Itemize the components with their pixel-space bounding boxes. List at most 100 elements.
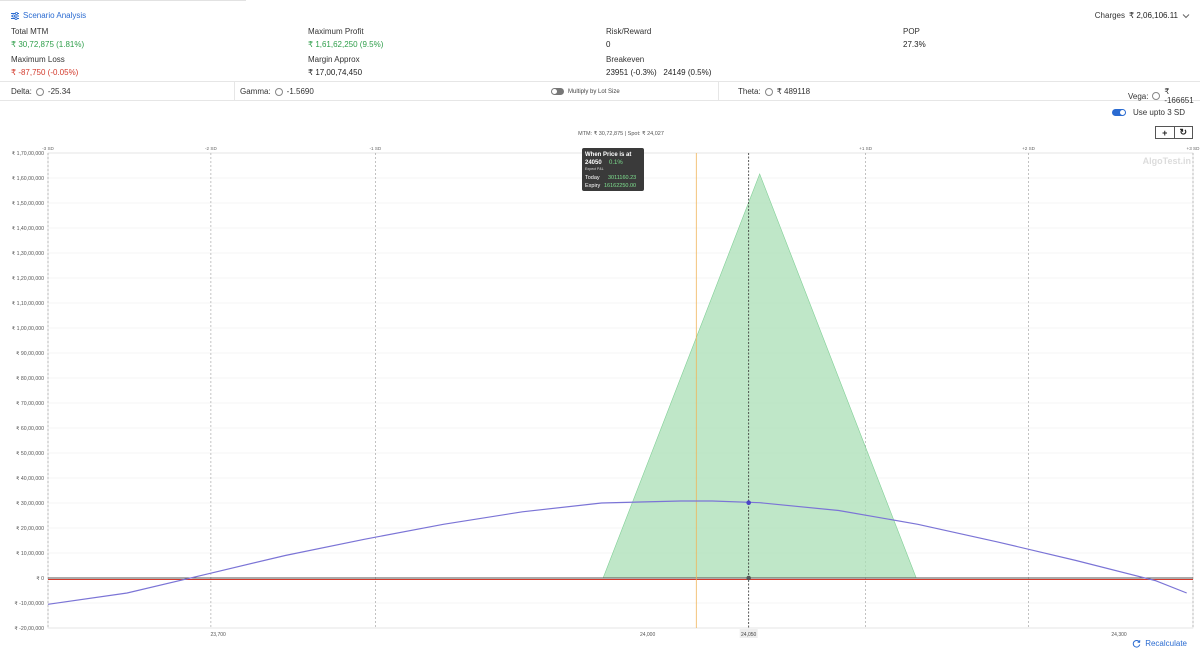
max-loss-label: Maximum Loss — [11, 55, 65, 64]
x-tick-label: 24,300 — [1111, 632, 1127, 638]
max-loss-stat: Maximum Loss ₹ -87,750 (-0.05%) — [11, 55, 78, 77]
lot-size-label: Multiply by Lot Size — [568, 88, 620, 95]
crosshair-label: 24,050 — [741, 632, 757, 638]
y-tick-label: ₹ 50,00,000 — [16, 451, 44, 457]
y-tick-label: ₹ -10,00,000 — [14, 601, 44, 607]
max-profit-value: ₹ 1,61,62,250 (9.5%) — [308, 40, 384, 49]
scenario-analysis-label: Scenario Analysis — [23, 11, 87, 20]
pop-value: 27.3% — [903, 40, 926, 49]
sd-label: +1 SD — [859, 146, 873, 151]
info-icon[interactable] — [764, 87, 773, 96]
expiry-profit-area — [602, 173, 917, 579]
price-tooltip: When Price is at 24050 0.1% Expect P&L Today… — [582, 148, 644, 191]
lot-size-switch[interactable] — [551, 88, 564, 95]
sd-toggle-label: Use upto 3 SD — [1132, 108, 1185, 117]
y-tick-label: ₹ 1,40,00,000 — [12, 226, 44, 232]
total-mtm-value: ₹ 30,72,875 (1.81%) — [11, 40, 85, 49]
y-tick-label: ₹ 1,60,00,000 — [12, 176, 44, 182]
sd-label: -3 SD — [42, 146, 54, 151]
tooltip-pct: 0.1% — [609, 160, 623, 166]
refresh-icon — [1132, 640, 1141, 648]
margin-stat: Margin Approx ₹ 17,00,74,450 — [308, 55, 362, 77]
y-tick-label: ₹ 30,00,000 — [16, 501, 44, 507]
risk-reward-label: Risk/Reward — [606, 27, 652, 36]
theta-value: ₹ 489118 — [776, 87, 811, 96]
greek-divider — [234, 82, 235, 101]
max-profit-stat: Maximum Profit ₹ 1,61,62,250 (9.5%) — [308, 27, 383, 49]
recalculate-button[interactable]: Recalculate — [1132, 639, 1187, 648]
greeks-bar: Delta: -25.34 Gamma: -1.5690 Multiply by… — [0, 81, 1200, 105]
sd-label: +3 SD — [1187, 146, 1200, 151]
y-tick-label: ₹ 40,00,000 — [16, 476, 44, 482]
total-mtm-stat: Total MTM ₹ 30,72,875 (1.81%) — [11, 27, 84, 49]
tooltip-title: When Price is at — [585, 152, 631, 158]
gamma-greek: Gamma: -1.5690 — [240, 87, 314, 96]
margin-label: Margin Approx — [308, 55, 360, 64]
breakeven-label: Breakeven — [606, 55, 645, 64]
info-icon[interactable] — [35, 87, 44, 96]
lot-size-toggle[interactable]: Multiply by Lot Size — [551, 88, 620, 95]
y-tick-label: ₹ 1,20,00,000 — [12, 276, 44, 282]
y-tick-label: ₹ 80,00,000 — [16, 376, 44, 382]
y-tick-label: ₹ 1,00,00,000 — [12, 326, 44, 332]
tooltip-today-value: 3011160.23 — [608, 175, 636, 181]
y-tick-label: ₹ 1,50,00,000 — [12, 201, 44, 207]
y-tick-label: ₹ 1,70,00,000 — [12, 151, 44, 157]
sd-switch[interactable] — [1111, 109, 1126, 116]
sd-toggle[interactable]: Use upto 3 SD — [1111, 108, 1185, 117]
chevron-down-icon — [1182, 13, 1190, 18]
pop-label: POP — [903, 27, 920, 36]
vega-greek: Vega: ₹ -166651 — [1128, 87, 1200, 105]
watermark-text: AlgoTest.in — [1143, 156, 1191, 166]
expiry-marker — [746, 575, 751, 581]
pop-stat: POP 27.3% — [903, 27, 926, 49]
tooltip-expiry-value: 16162250.00 — [604, 183, 636, 189]
tooltip-expiry-label: Expiry — [585, 183, 601, 189]
x-tick-label: 24,000 — [640, 632, 656, 638]
vega-value: ₹ -166651 — [1164, 87, 1194, 105]
tooltip-price: 24050 — [585, 160, 602, 166]
vega-label: Vega: — [1128, 91, 1149, 101]
breakeven-value: 23951 (-0.3%) 24149 (0.5%) — [606, 68, 712, 77]
sd-label: +2 SD — [1022, 146, 1036, 151]
tooltip-today-label: Today — [585, 175, 600, 181]
sliders-icon — [11, 11, 19, 20]
total-mtm-label: Total MTM — [11, 27, 49, 36]
info-icon[interactable] — [1152, 92, 1161, 100]
max-profit-label: Maximum Profit — [308, 27, 364, 36]
mtm-spot-readout: MTM: ₹ 30,72,875 | Spot: ₹ 24,027 — [578, 130, 664, 137]
tooltip-sub: Expect P&L — [585, 167, 604, 171]
charges-label: Charges — [1094, 11, 1126, 20]
stats-panel: Total MTM ₹ 30,72,875 (1.81%) Maximum Pr… — [0, 27, 1200, 79]
payoff-chart-svg[interactable]: MTM: ₹ 30,72,875 | Spot: ₹ 24,027 AlgoTes… — [0, 126, 1200, 653]
max-loss-value: ₹ -87,750 (-0.05%) — [11, 68, 79, 77]
y-tick-label: ₹ 1,30,00,000 — [12, 251, 44, 257]
payoff-chart[interactable]: MTM: ₹ 30,72,875 | Spot: ₹ 24,027 AlgoTes… — [0, 126, 1200, 653]
delta-label: Delta: — [11, 87, 32, 96]
today-marker — [746, 500, 751, 506]
x-tick-label: 23,700 — [211, 632, 227, 638]
margin-value: ₹ 17,00,74,450 — [308, 68, 363, 77]
info-icon[interactable] — [274, 87, 283, 96]
y-tick-label: ₹ 0 — [36, 576, 44, 582]
header-bar: Scenario Analysis Charges ₹ 2,06,106.11 — [0, 8, 1200, 24]
sd-label: -2 SD — [205, 146, 217, 151]
y-tick-label: ₹ 60,00,000 — [16, 426, 44, 432]
scenario-analysis-button[interactable]: Scenario Analysis — [11, 11, 86, 20]
y-tick-label: ₹ 70,00,000 — [16, 401, 44, 407]
breakeven-stat: Breakeven 23951 (-0.3%) 24149 (0.5%) — [606, 55, 711, 77]
y-tick-label: ₹ 90,00,000 — [16, 351, 44, 357]
greek-divider — [718, 82, 719, 101]
charges-dropdown[interactable]: Charges ₹ 2,06,106.11 — [1095, 11, 1190, 20]
y-tick-label: ₹ 1,10,00,000 — [12, 301, 44, 307]
recalculate-label: Recalculate — [1145, 639, 1187, 648]
charges-value: ₹ 2,06,106.11 — [1129, 11, 1178, 20]
delta-greek: Delta: -25.34 — [11, 87, 71, 96]
y-tick-label: ₹ 20,00,000 — [16, 526, 44, 532]
y-tick-label: ₹ -20,00,000 — [14, 626, 44, 632]
risk-reward-value: 0 — [606, 40, 611, 49]
theta-greek: Theta: ₹ 489118 — [738, 87, 810, 96]
reset-zoom-button[interactable]: ↻ — [1175, 127, 1193, 138]
theta-label: Theta: — [738, 87, 761, 96]
zoom-in-button[interactable]: + — [1156, 127, 1175, 138]
